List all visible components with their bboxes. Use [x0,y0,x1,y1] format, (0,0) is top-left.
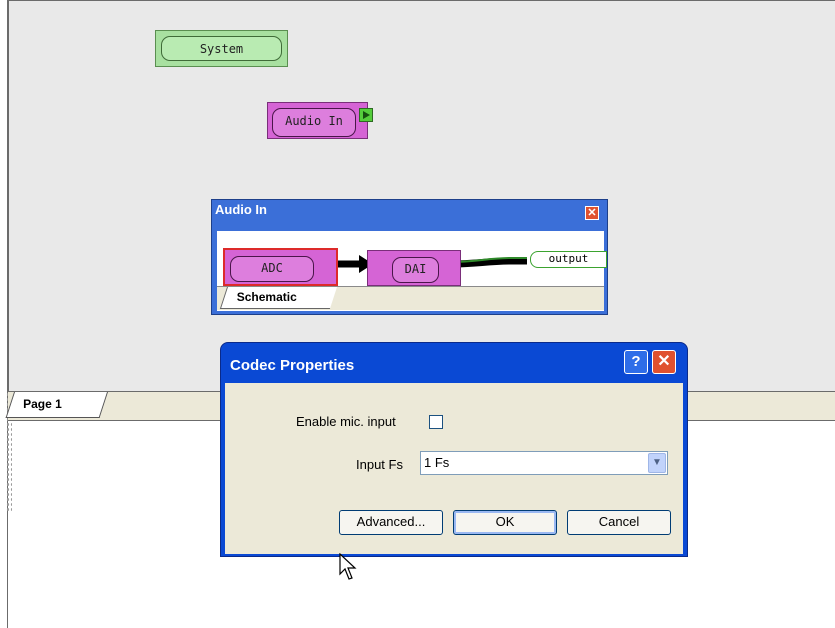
input-fs-select[interactable]: 1 Fs ▼ [420,451,668,475]
mouse-cursor-icon [339,553,357,580]
help-button[interactable]: ? [624,350,648,374]
dai-block-label: DAI [392,257,439,283]
subwindow-title: Audio In [215,202,267,217]
adc-block-label: ADC [230,256,314,282]
cancel-button[interactable]: Cancel [567,510,671,535]
output-port-icon[interactable] [359,108,373,122]
codec-properties-dialog: Codec Properties ? ✕ Enable mic. input I… [220,342,688,557]
audio-in-block-label: Audio In [272,108,356,137]
tab-schematic-label: Schematic [236,290,297,304]
input-fs-value: 1 Fs [424,455,450,470]
tab-page-1-label: Page 1 [23,397,62,411]
design-canvas[interactable]: System Audio In [8,0,835,395]
subwindow-tab-strip: Schematic [217,286,604,310]
tab-page-1[interactable]: Page 1 [5,392,109,418]
chevron-down-icon[interactable]: ▼ [648,453,666,473]
dialog-title: Codec Properties [230,357,355,374]
close-button[interactable]: ✕ [652,350,676,374]
audio-in-block[interactable]: Audio In [267,102,368,139]
dialog-body: Enable mic. input Input Fs 1 Fs ▼ Advanc… [225,383,683,554]
system-block-label: System [161,36,282,61]
tab-schematic[interactable]: Schematic [219,287,337,309]
output-terminal[interactable]: output [530,251,607,268]
dai-block[interactable]: DAI [367,250,461,286]
ok-button[interactable]: OK [453,510,557,535]
input-fs-label: Input Fs [356,457,403,472]
audio-in-subwindow[interactable]: Audio In ✕ ADC DAI output Schematic [211,199,608,315]
enable-mic-label: Enable mic. input [296,414,396,429]
adc-block[interactable]: ADC [223,248,338,286]
enable-mic-checkbox[interactable] [429,415,443,429]
system-block[interactable]: System [155,30,288,67]
close-icon[interactable]: ✕ [585,206,599,220]
advanced-button[interactable]: Advanced... [339,510,443,535]
left-border [0,0,8,628]
